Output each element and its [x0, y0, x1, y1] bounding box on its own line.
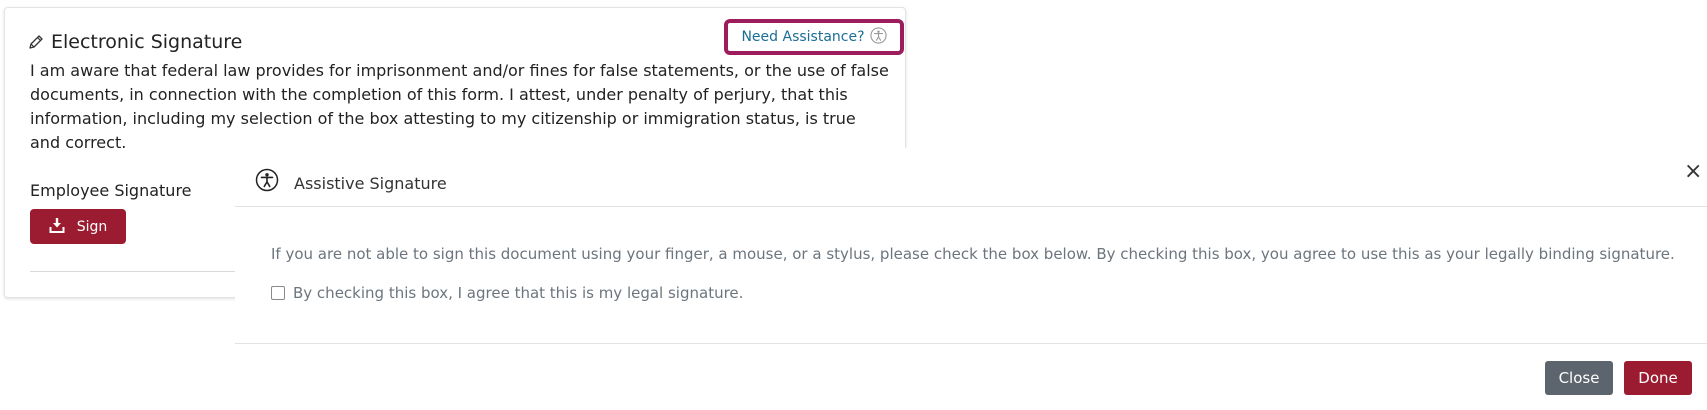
modal-footer-divider [235, 343, 1707, 344]
legal-signature-checkbox-label[interactable]: By checking this box, I agree that this … [293, 284, 743, 302]
legal-signature-checkbox[interactable] [271, 286, 285, 300]
card-title: Electronic Signature [27, 31, 242, 53]
modal-instructions: If you are not able to sign this documen… [271, 245, 1675, 263]
attestation-text: I am aware that federal law provides for… [30, 61, 889, 152]
sign-button[interactable]: Sign [30, 209, 126, 244]
pencil-icon [27, 33, 45, 51]
accessibility-icon [869, 26, 887, 48]
card-title-text: Electronic Signature [51, 31, 243, 53]
modal-title: Assistive Signature [294, 174, 447, 193]
page: Electronic Signature Need Assistance? I … [0, 0, 1707, 410]
need-assistance-link[interactable]: Need Assistance? [724, 19, 904, 55]
sign-button-label: Sign [76, 218, 108, 235]
assistive-signature-modal: Assistive Signature × If you are not abl… [235, 148, 1707, 410]
download-icon [49, 217, 65, 237]
close-button[interactable]: Close [1545, 361, 1613, 395]
need-assistance-label: Need Assistance? [741, 29, 865, 45]
employee-signature-label: Employee Signature [30, 181, 192, 200]
close-icon[interactable]: × [1684, 161, 1702, 183]
legal-signature-checkbox-row[interactable]: By checking this box, I agree that this … [271, 284, 743, 302]
done-button[interactable]: Done [1624, 361, 1692, 395]
modal-header: Assistive Signature × [235, 148, 1707, 207]
